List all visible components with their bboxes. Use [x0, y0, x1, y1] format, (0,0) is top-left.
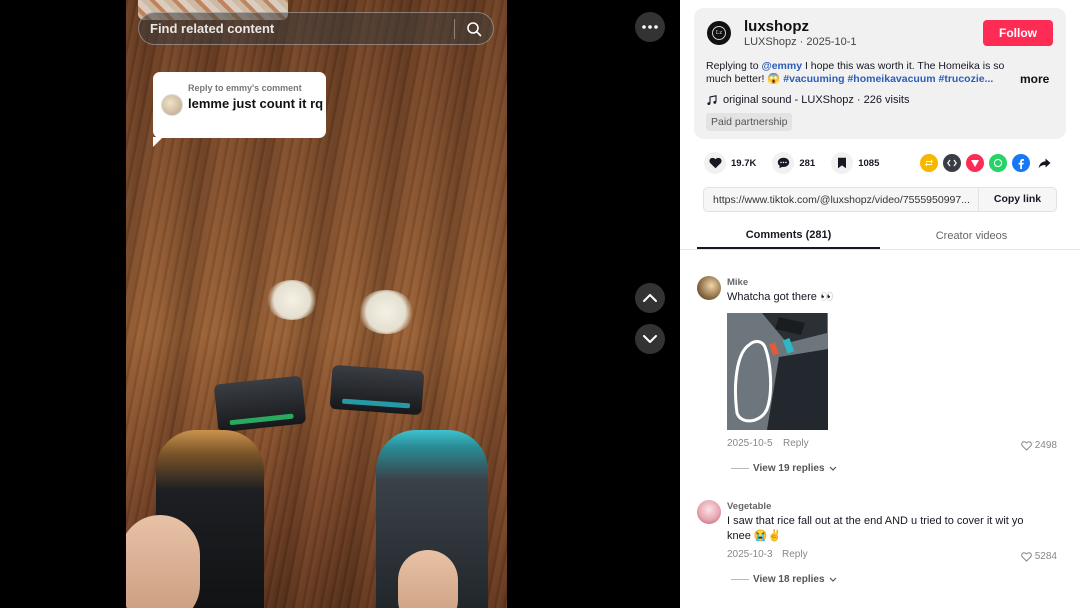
reply-button[interactable]: Reply — [782, 549, 808, 560]
avatar — [161, 94, 183, 116]
hashtag-links[interactable]: #vacuuming #homeikavacuum #trucozie... — [783, 73, 993, 85]
rice-pile-right — [358, 290, 414, 334]
comment-image-drawing — [727, 313, 828, 430]
view-replies-button[interactable]: View 18 replies — [731, 574, 837, 585]
search-button[interactable] — [455, 12, 493, 45]
reply-sticker-meta: Reply to emmy's comment — [188, 83, 302, 93]
comment-like-count: 5284 — [1034, 551, 1057, 562]
details-panel: Lz luxshopz LUXShopz · 2025-10-1 Follow … — [680, 0, 1080, 608]
comment-username[interactable]: Vegetable — [727, 501, 771, 512]
video-info-card: Lz luxshopz LUXShopz · 2025-10-1 Follow … — [694, 8, 1066, 139]
comment-date: 2025-10-5 — [727, 438, 773, 449]
music-link[interactable]: original sound - LUXShopz · 226 visits — [706, 94, 909, 106]
video-url[interactable]: https://www.tiktok.com/@luxshopz/video/7… — [704, 194, 978, 206]
whatsapp-icon[interactable] — [989, 154, 1007, 172]
search-bar[interactable] — [138, 12, 494, 45]
save-count: 1085 — [858, 157, 880, 169]
video-description: Replying to @emmy I hope this was worth … — [706, 60, 1012, 86]
music-text: original sound - LUXShopz · 226 visits — [723, 94, 910, 106]
facebook-icon[interactable] — [1012, 154, 1030, 172]
repost-glyph — [925, 159, 933, 167]
send-icon[interactable] — [966, 154, 984, 172]
more-dots-icon — [642, 25, 658, 29]
search-icon — [467, 21, 482, 36]
save-button[interactable]: 1085 — [831, 152, 879, 174]
comment-item: Mike Whatcha got there 👀 2025-10-5 Reply… — [697, 276, 1067, 486]
author-avatar[interactable]: Lz — [707, 21, 731, 45]
chevron-down-icon — [643, 335, 657, 343]
share-link-row: https://www.tiktok.com/@luxshopz/video/7… — [703, 187, 1057, 212]
tab-creator-videos[interactable]: Creator videos — [880, 222, 1063, 249]
more-button[interactable]: more — [1020, 72, 1049, 86]
comment-text: I saw that rice fall out at the end AND … — [727, 515, 1024, 542]
chevron-down-icon — [829, 466, 836, 471]
follow-button[interactable]: Follow — [983, 20, 1053, 46]
reply-button[interactable]: Reply — [783, 438, 809, 449]
comment-text: Whatcha got there 👀 — [727, 291, 834, 303]
commenter-avatar[interactable] — [697, 276, 721, 300]
embed-icon[interactable] — [943, 154, 961, 172]
next-video-button[interactable] — [635, 324, 665, 354]
hand-left — [126, 515, 200, 608]
author-handle[interactable]: luxshopz — [744, 18, 809, 35]
share-arrow-icon[interactable] — [1035, 154, 1053, 172]
comment-count: 281 — [799, 157, 816, 169]
chevron-down-icon — [829, 577, 836, 582]
more-options-button[interactable] — [635, 12, 665, 42]
bookmark-icon — [838, 157, 847, 169]
comment-image[interactable] — [727, 313, 828, 430]
brand-logo-icon: Lz — [712, 26, 726, 40]
comment-username[interactable]: Mike — [727, 277, 748, 288]
view-replies-label: View 18 replies — [753, 574, 825, 585]
heart-icon — [708, 157, 722, 169]
copy-link-button[interactable]: Copy link — [978, 188, 1056, 211]
comment-date: 2025-10-3 — [727, 549, 773, 560]
tiktok-video-page: Reply to emmy's comment lemme just count… — [0, 0, 1080, 608]
vacuum-head-right — [329, 364, 425, 416]
heart-outline-icon — [1020, 440, 1032, 451]
search-input[interactable] — [139, 21, 454, 36]
comment-like-button[interactable]: 5284 — [1020, 551, 1057, 562]
rice-pile-left — [266, 280, 318, 320]
comment-item: Vegetable I saw that rice fall out at th… — [697, 500, 1067, 600]
send-glyph — [971, 160, 979, 167]
reply-sticker-text: lemme just count it rq — [188, 96, 324, 111]
tab-comments[interactable]: Comments (281) — [697, 222, 880, 249]
embed-glyph — [947, 159, 957, 167]
music-note-icon — [707, 94, 717, 105]
video-area: Reply to emmy's comment lemme just count… — [0, 0, 680, 608]
chevron-up-icon — [643, 294, 657, 302]
view-replies-button[interactable]: View 19 replies — [731, 463, 837, 474]
whatsapp-glyph — [993, 158, 1003, 168]
heart-outline-icon — [1020, 551, 1032, 562]
comment-like-count: 2498 — [1034, 440, 1057, 451]
comment-like-button[interactable]: 2498 — [1020, 440, 1057, 451]
commenter-avatar[interactable] — [697, 500, 721, 524]
facebook-glyph — [1018, 158, 1024, 169]
share-icons — [920, 154, 1053, 172]
engagement-stats: 19.7K 281 1085 — [704, 152, 895, 174]
share-arrow-glyph — [1038, 158, 1050, 168]
hand-right — [398, 550, 458, 608]
reply-to-comment-sticker: Reply to emmy's comment lemme just count… — [153, 72, 326, 147]
view-replies-label: View 19 replies — [753, 463, 825, 474]
previous-video-button[interactable] — [635, 283, 665, 313]
like-count: 19.7K — [731, 157, 757, 169]
desc-prefix: Replying to — [706, 60, 762, 72]
divider-line — [731, 468, 749, 469]
paid-partnership-badge: Paid partnership — [706, 113, 793, 131]
author-subtitle: LUXShopz · 2025-10-1 — [744, 36, 857, 48]
vacuum-head-left — [213, 375, 307, 433]
comment-button[interactable]: 281 — [772, 152, 815, 174]
comment-icon — [777, 157, 790, 169]
repost-icon[interactable] — [920, 154, 938, 172]
divider-line — [731, 579, 749, 580]
like-button[interactable]: 19.7K — [704, 152, 756, 174]
panel-tabs: Comments (281) Creator videos — [680, 222, 1080, 250]
mention-link[interactable]: @emmy — [761, 60, 802, 72]
